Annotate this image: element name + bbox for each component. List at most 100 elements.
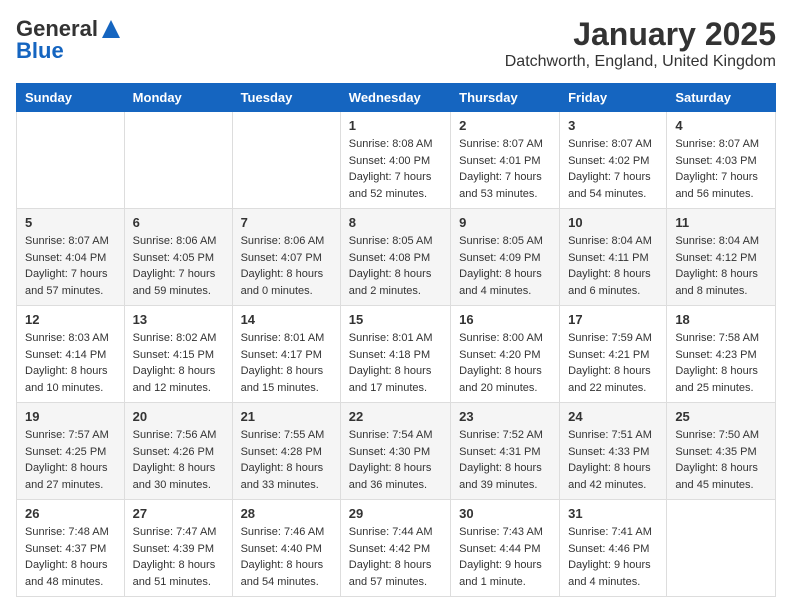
weekday-header-tuesday: Tuesday: [232, 84, 340, 112]
day-info: Sunrise: 7:50 AMSunset: 4:35 PMDaylight:…: [675, 427, 767, 493]
calendar-cell: 29Sunrise: 7:44 AMSunset: 4:42 PMDayligh…: [340, 500, 450, 597]
day-number: 21: [241, 409, 332, 424]
day-info: Sunrise: 7:48 AMSunset: 4:37 PMDaylight:…: [25, 524, 116, 590]
calendar-cell: [17, 112, 125, 209]
day-number: 7: [241, 215, 332, 230]
day-number: 10: [568, 215, 658, 230]
day-info: Sunrise: 8:04 AMSunset: 4:12 PMDaylight:…: [675, 233, 767, 299]
calendar-cell: 16 Sunrise: 8:00 AMSunset: 4:20 PMDayligh…: [451, 306, 560, 403]
calendar-cell: 31 Sunrise: 7:41 AMSunset: 4:46 PMDayligh…: [560, 500, 667, 597]
day-number: 26: [25, 506, 116, 521]
day-info: Sunrise: 8:00 AMSunset: 4:20 PMDaylight:…: [459, 330, 551, 396]
day-info: Sunrise: 8:01 AMSunset: 4:18 PMDaylight:…: [349, 330, 442, 396]
weekday-header-sunday: Sunday: [17, 84, 125, 112]
day-number: 16: [459, 312, 551, 327]
day-number: 4: [675, 118, 767, 133]
location-title: Datchworth, England, United Kingdom: [505, 53, 776, 71]
day-info: Sunrise: 8:04 AMSunset: 4:11 PMDaylight:…: [568, 233, 658, 299]
weekday-header-row: SundayMondayTuesdayWednesdayThursdayFrid…: [17, 84, 776, 112]
day-info: Sunrise: 7:43 AMSunset: 4:44 PMDaylight:…: [459, 524, 551, 590]
day-number: 12: [25, 312, 116, 327]
day-number: 27: [133, 506, 224, 521]
day-number: 31: [568, 506, 658, 521]
day-info: Sunrise: 8:07 AMSunset: 4:02 PMDaylight:…: [568, 136, 658, 202]
calendar-cell: 14 Sunrise: 8:01 AMSunset: 4:17 PMDayligh…: [232, 306, 340, 403]
calendar-cell: 3 Sunrise: 8:07 AMSunset: 4:02 PMDaylight…: [560, 112, 667, 209]
day-number: 15: [349, 312, 442, 327]
day-number: 23: [459, 409, 551, 424]
calendar-cell: 1 Sunrise: 8:08 AMSunset: 4:00 PMDaylight…: [340, 112, 450, 209]
day-number: 6: [133, 215, 224, 230]
day-number: 20: [133, 409, 224, 424]
day-info: Sunrise: 7:51 AMSunset: 4:33 PMDaylight:…: [568, 427, 658, 493]
day-number: 28: [241, 506, 332, 521]
title-block: January 2025 Datchworth, England, United…: [505, 16, 776, 71]
logo-icon: [100, 18, 122, 40]
weekday-header-friday: Friday: [560, 84, 667, 112]
day-number: 1: [349, 118, 442, 133]
day-number: 24: [568, 409, 658, 424]
calendar-cell: 25Sunrise: 7:50 AMSunset: 4:35 PMDayligh…: [667, 403, 776, 500]
logo: General Blue: [16, 16, 122, 64]
day-info: Sunrise: 7:55 AMSunset: 4:28 PMDaylight:…: [241, 427, 332, 493]
calendar-week-row: 1 Sunrise: 8:08 AMSunset: 4:00 PMDaylight…: [17, 112, 776, 209]
calendar-cell: 7 Sunrise: 8:06 AMSunset: 4:07 PMDaylight…: [232, 209, 340, 306]
calendar-cell: 5Sunrise: 8:07 AMSunset: 4:04 PMDaylight…: [17, 209, 125, 306]
calendar-week-row: 5Sunrise: 8:07 AMSunset: 4:04 PMDaylight…: [17, 209, 776, 306]
calendar-cell: 30Sunrise: 7:43 AMSunset: 4:44 PMDayligh…: [451, 500, 560, 597]
calendar-cell: 12 Sunrise: 8:03 AMSunset: 4:14 PMDayligh…: [17, 306, 125, 403]
day-info: Sunrise: 8:02 AMSunset: 4:15 PMDaylight:…: [133, 330, 224, 396]
day-number: 14: [241, 312, 332, 327]
calendar-cell: [124, 112, 232, 209]
calendar-cell: [667, 500, 776, 597]
day-number: 9: [459, 215, 551, 230]
calendar-cell: 10 Sunrise: 8:04 AMSunset: 4:11 PMDayligh…: [560, 209, 667, 306]
day-number: 19: [25, 409, 116, 424]
calendar-cell: 19Sunrise: 7:57 AMSunset: 4:25 PMDayligh…: [17, 403, 125, 500]
page-header: General Blue January 2025 Datchworth, En…: [16, 16, 776, 71]
day-info: Sunrise: 8:03 AMSunset: 4:14 PMDaylight:…: [25, 330, 116, 396]
weekday-header-saturday: Saturday: [667, 84, 776, 112]
calendar-cell: 24 Sunrise: 7:51 AMSunset: 4:33 PMDayligh…: [560, 403, 667, 500]
weekday-header-wednesday: Wednesday: [340, 84, 450, 112]
day-info: Sunrise: 7:47 AMSunset: 4:39 PMDaylight:…: [133, 524, 224, 590]
day-number: 11: [675, 215, 767, 230]
day-info: Sunrise: 7:56 AMSunset: 4:26 PMDaylight:…: [133, 427, 224, 493]
calendar-cell: 27 Sunrise: 7:47 AMSunset: 4:39 PMDayligh…: [124, 500, 232, 597]
calendar-cell: 18Sunrise: 7:58 AMSunset: 4:23 PMDayligh…: [667, 306, 776, 403]
day-info: Sunrise: 7:54 AMSunset: 4:30 PMDaylight:…: [349, 427, 442, 493]
calendar-cell: 28Sunrise: 7:46 AMSunset: 4:40 PMDayligh…: [232, 500, 340, 597]
calendar-cell: 17Sunrise: 7:59 AMSunset: 4:21 PMDayligh…: [560, 306, 667, 403]
calendar-cell: [232, 112, 340, 209]
weekday-header-monday: Monday: [124, 84, 232, 112]
month-title: January 2025: [505, 16, 776, 53]
day-info: Sunrise: 8:06 AMSunset: 4:07 PMDaylight:…: [241, 233, 332, 299]
day-info: Sunrise: 8:06 AMSunset: 4:05 PMDaylight:…: [133, 233, 224, 299]
day-info: Sunrise: 7:41 AMSunset: 4:46 PMDaylight:…: [568, 524, 658, 590]
day-number: 8: [349, 215, 442, 230]
calendar-cell: 13 Sunrise: 8:02 AMSunset: 4:15 PMDayligh…: [124, 306, 232, 403]
day-info: Sunrise: 8:07 AMSunset: 4:01 PMDaylight:…: [459, 136, 551, 202]
calendar-cell: 15 Sunrise: 8:01 AMSunset: 4:18 PMDayligh…: [340, 306, 450, 403]
day-info: Sunrise: 8:05 AMSunset: 4:08 PMDaylight:…: [349, 233, 442, 299]
day-info: Sunrise: 8:08 AMSunset: 4:00 PMDaylight:…: [349, 136, 442, 202]
calendar-week-row: 12 Sunrise: 8:03 AMSunset: 4:14 PMDayligh…: [17, 306, 776, 403]
weekday-header-thursday: Thursday: [451, 84, 560, 112]
calendar-table: SundayMondayTuesdayWednesdayThursdayFrid…: [16, 83, 776, 597]
calendar-cell: 20 Sunrise: 7:56 AMSunset: 4:26 PMDayligh…: [124, 403, 232, 500]
calendar-cell: 23 Sunrise: 7:52 AMSunset: 4:31 PMDayligh…: [451, 403, 560, 500]
day-info: Sunrise: 8:01 AMSunset: 4:17 PMDaylight:…: [241, 330, 332, 396]
calendar-cell: 4Sunrise: 8:07 AMSunset: 4:03 PMDaylight…: [667, 112, 776, 209]
day-number: 18: [675, 312, 767, 327]
calendar-cell: 6 Sunrise: 8:06 AMSunset: 4:05 PMDaylight…: [124, 209, 232, 306]
day-info: Sunrise: 8:05 AMSunset: 4:09 PMDaylight:…: [459, 233, 551, 299]
calendar-cell: 21 Sunrise: 7:55 AMSunset: 4:28 PMDayligh…: [232, 403, 340, 500]
day-number: 22: [349, 409, 442, 424]
day-number: 17: [568, 312, 658, 327]
day-number: 5: [25, 215, 116, 230]
day-info: Sunrise: 7:52 AMSunset: 4:31 PMDaylight:…: [459, 427, 551, 493]
day-number: 13: [133, 312, 224, 327]
calendar-cell: 22 Sunrise: 7:54 AMSunset: 4:30 PMDayligh…: [340, 403, 450, 500]
day-number: 3: [568, 118, 658, 133]
logo-blue-text: Blue: [16, 38, 64, 64]
